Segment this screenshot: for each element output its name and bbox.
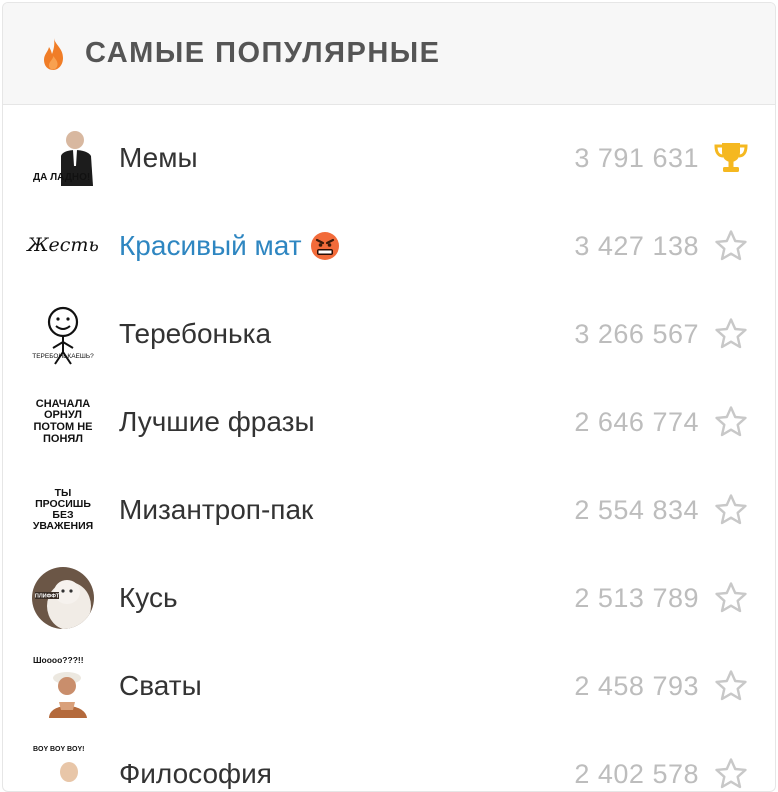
list-item[interactable]: ДА ЛАДНО! Мемы 3 791 631 xyxy=(3,114,775,202)
list-item[interactable]: ТЫ ПРОСИШЬ БЕЗ УВАЖЕНИЯ Мизантроп-пак 2 … xyxy=(3,466,775,554)
star-icon[interactable] xyxy=(713,492,749,528)
pack-count: 3 427 138 xyxy=(574,230,699,261)
pack-name[interactable]: Философия xyxy=(119,758,272,790)
pack-name-text[interactable]: Теребонька xyxy=(119,318,271,350)
meme-sticker-image: ДА ЛАДНО! xyxy=(33,131,93,186)
stick-figure-sticker-image: ТЕРЕБОНЬКАЕШЬ? xyxy=(32,306,94,365)
sticker-thumbnail[interactable]: ТЫ ПРОСИШЬ БЕЗ УВАЖЕНИЯ xyxy=(31,478,95,542)
pack-name[interactable]: Сваты xyxy=(119,670,202,702)
pack-name[interactable]: Кусь xyxy=(119,582,178,614)
star-icon[interactable] xyxy=(713,228,749,264)
pack-name-text[interactable]: Сваты xyxy=(119,670,202,702)
sticker-caption: BOY BOY BOY! xyxy=(33,746,84,753)
sticker-caption: Жесть xyxy=(27,234,99,257)
star-icon[interactable] xyxy=(713,404,749,440)
cat-sticker-image: ПЛИФФТ xyxy=(32,567,94,629)
pack-count: 2 646 774 xyxy=(574,406,699,437)
angry-face-icon xyxy=(310,232,339,260)
sticker-thumbnail[interactable]: BOY BOY BOY! xyxy=(31,742,95,791)
pack-name[interactable]: Мемы xyxy=(119,142,198,174)
pack-name[interactable]: Теребонька xyxy=(119,318,271,350)
pack-name[interactable]: Красивый мат xyxy=(119,230,340,262)
pack-count: 3 791 631 xyxy=(574,142,699,173)
star-icon[interactable] xyxy=(713,316,749,352)
star-icon[interactable] xyxy=(713,756,749,792)
pack-name-text[interactable]: Философия xyxy=(119,758,272,790)
popular-packs-panel: САМЫЕ ПОПУЛЯРНЫЕ ДА ЛАДНО! Мемы 3 791 63… xyxy=(2,2,776,792)
star-icon[interactable] xyxy=(713,580,749,616)
woman-sticker-image: Шоооо???!! xyxy=(33,655,87,718)
sticker-thumbnail[interactable]: ДА ЛАДНО! xyxy=(31,126,95,190)
sticker-thumbnail[interactable]: Жесть xyxy=(27,214,99,278)
sticker-caption: ТЫ ПРОСИШЬ БЕЗ УВАЖЕНИЯ xyxy=(32,486,94,533)
pack-name-text[interactable]: Мизантроп-пак xyxy=(119,494,313,526)
list-item[interactable]: СНАЧАЛА ОРНУЛ ПОТОМ НЕ ПОНЯЛ Лучшие фраз… xyxy=(3,378,775,466)
panel-title: САМЫЕ ПОПУЛЯРНЫЕ xyxy=(85,37,441,69)
pack-name[interactable]: Лучшие фразы xyxy=(119,406,315,438)
pack-count: 2 402 578 xyxy=(574,758,699,789)
sticker-thumbnail[interactable]: Шоооо???!! xyxy=(31,654,95,718)
pack-count: 2 458 793 xyxy=(574,670,699,701)
list-item[interactable]: Шоооо???!! Сваты 2 458 793 xyxy=(3,642,775,730)
sticker-caption: ДА ЛАДНО! xyxy=(33,172,90,183)
sticker-thumbnail[interactable]: ТЕРЕБОНЬКАЕШЬ? xyxy=(31,302,95,366)
trophy-icon xyxy=(714,143,748,172)
pack-name-text[interactable]: Лучшие фразы xyxy=(119,406,315,438)
pack-name[interactable]: Мизантроп-пак xyxy=(119,494,313,526)
sticker-caption: ТЕРЕБОНЬКАЕШЬ? xyxy=(32,353,94,360)
pack-name-text[interactable]: Мемы xyxy=(119,142,198,174)
pack-count: 2 513 789 xyxy=(574,582,699,613)
pack-name-text[interactable]: Кусь xyxy=(119,582,178,614)
list-item[interactable]: ТЕРЕБОНЬКАЕШЬ? Теребонька 3 266 567 xyxy=(3,290,775,378)
pack-count: 3 266 567 xyxy=(574,318,699,349)
sticker-thumbnail[interactable]: ПЛИФФТ xyxy=(31,566,95,630)
list-item[interactable]: Жесть Красивый мат 3 427 138 xyxy=(3,202,775,290)
packs-list: ДА ЛАДНО! Мемы 3 791 631 Жесть Красивый … xyxy=(3,114,775,792)
star-icon[interactable] xyxy=(713,668,749,704)
list-item[interactable]: BOY BOY BOY! Философия 2 402 578 xyxy=(3,730,775,792)
sticker-caption: Шоооо???!! xyxy=(33,655,84,665)
sticker-thumbnail[interactable]: СНАЧАЛА ОРНУЛ ПОТОМ НЕ ПОНЯЛ xyxy=(31,390,95,454)
list-item[interactable]: ПЛИФФТ Кусь 2 513 789 xyxy=(3,554,775,642)
sticker-caption: ПЛИФФТ xyxy=(35,594,60,600)
panel-header: САМЫЕ ПОПУЛЯРНЫЕ xyxy=(3,3,775,105)
boy-sticker-image: BOY BOY BOY! xyxy=(33,746,84,782)
sticker-caption: СНАЧАЛА ОРНУЛ ПОТОМ НЕ ПОНЯЛ xyxy=(33,397,93,445)
pack-count: 2 554 834 xyxy=(574,494,699,525)
pack-name-text[interactable]: Красивый мат xyxy=(119,230,302,262)
flame-icon xyxy=(44,37,63,70)
